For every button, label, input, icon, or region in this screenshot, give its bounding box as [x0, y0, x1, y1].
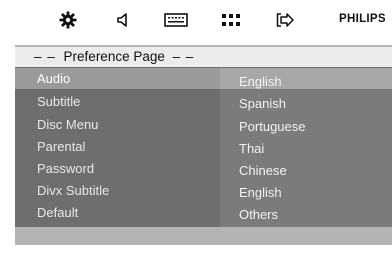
menu-footer	[15, 227, 392, 245]
brand-logo: PHILIPS	[339, 13, 386, 25]
page-title-text: Preference Page	[63, 49, 165, 64]
option-chinese[interactable]: Chinese	[239, 163, 287, 178]
menu-item-disc-menu[interactable]: Disc Menu	[37, 117, 98, 132]
option-portuguese[interactable]: Portuguese	[239, 119, 306, 134]
speaker-icon[interactable]	[113, 9, 135, 31]
exit-icon[interactable]	[274, 9, 296, 31]
option-thai[interactable]: Thai	[239, 141, 264, 156]
option-english-2[interactable]: English	[239, 185, 282, 200]
header-dashes-right: – –	[172, 49, 195, 64]
menu-item-subtitle[interactable]: Subtitle	[37, 94, 80, 109]
menu-item-password[interactable]: Password	[37, 161, 94, 176]
menu-item-audio[interactable]: Audio	[37, 71, 70, 86]
subtitle-icon[interactable]	[163, 9, 189, 31]
page-title: – – Preference Page – –	[34, 49, 194, 64]
header-dashes-left: – –	[34, 49, 56, 64]
menu-item-default[interactable]: Default	[37, 205, 78, 220]
grid-icon[interactable]	[220, 9, 242, 31]
toolbar: PHILIPS	[0, 0, 392, 40]
gear-icon[interactable]	[57, 9, 79, 31]
option-others[interactable]: Others	[239, 207, 278, 222]
option-spanish[interactable]: Spanish	[239, 96, 286, 111]
option-english[interactable]: English	[239, 74, 282, 89]
menu-item-parental[interactable]: Parental	[37, 139, 85, 154]
menu-item-divx-subtitle[interactable]: Divx Subtitle	[37, 183, 109, 198]
